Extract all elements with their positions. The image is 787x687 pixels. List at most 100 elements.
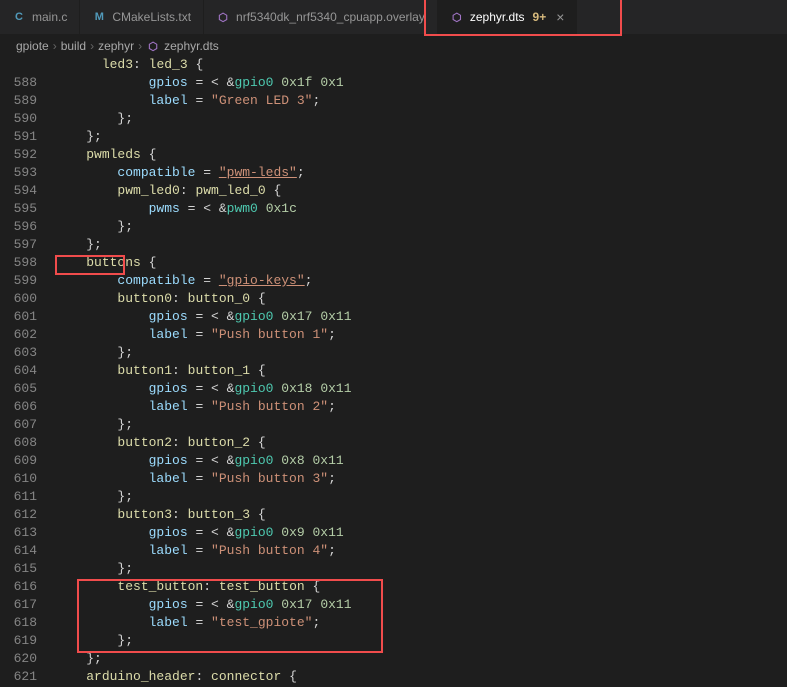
code-content[interactable]: test_button: test_button { (55, 579, 320, 597)
code-line[interactable]: 601 gpios = < &gpio0 0x17 0x11 (0, 309, 787, 327)
line-number: 604 (0, 363, 55, 381)
code-content[interactable]: label = "Green LED 3"; (55, 93, 320, 111)
code-content[interactable]: pwms = < &pwm0 0x1c (55, 201, 305, 219)
line-number: 599 (0, 273, 55, 291)
code-content[interactable]: compatible = "gpio-keys"; (55, 273, 312, 291)
code-line[interactable]: 616 test_button: test_button { (0, 579, 787, 597)
code-line[interactable]: led3: led_3 { (0, 57, 787, 75)
cmake-file-icon: M (92, 10, 106, 24)
tab-label: CMakeLists.txt (112, 10, 191, 24)
code-content[interactable]: button2: button_2 { (55, 435, 266, 453)
code-content[interactable]: label = "test_gpiote"; (55, 615, 320, 633)
code-line[interactable]: 597 }; (0, 237, 787, 255)
code-line[interactable]: 595 pwms = < &pwm0 0x1c (0, 201, 787, 219)
code-content[interactable]: gpios = < &gpio0 0x8 0x11 (55, 453, 352, 471)
code-line[interactable]: 605 gpios = < &gpio0 0x18 0x11 (0, 381, 787, 399)
code-line[interactable]: 598 buttons { (0, 255, 787, 273)
line-number: 621 (0, 669, 55, 687)
code-content[interactable]: label = "Push button 2"; (55, 399, 336, 417)
code-line[interactable]: 594 pwm_led0: pwm_led_0 { (0, 183, 787, 201)
code-line[interactable]: 590 }; (0, 111, 787, 129)
code-content[interactable]: led3: led_3 { (55, 57, 203, 75)
code-line[interactable]: 617 gpios = < &gpio0 0x17 0x11 (0, 597, 787, 615)
tab-main-c[interactable]: Cmain.c (0, 0, 80, 34)
tab-cmakelists[interactable]: M CMakeLists.txt (80, 0, 204, 34)
code-line[interactable]: 604 button1: button_1 { (0, 363, 787, 381)
line-number: 607 (0, 417, 55, 435)
code-line[interactable]: 612 button3: button_3 { (0, 507, 787, 525)
code-content[interactable]: }; (55, 129, 102, 147)
code-line[interactable]: 592 pwmleds { (0, 147, 787, 165)
breadcrumb-segment[interactable]: gpiote (16, 39, 49, 53)
code-line[interactable]: 606 label = "Push button 2"; (0, 399, 787, 417)
code-content[interactable]: pwm_led0: pwm_led_0 { (55, 183, 281, 201)
code-content[interactable]: gpios = < &gpio0 0x17 0x11 (55, 597, 359, 615)
line-number (0, 57, 55, 75)
code-line[interactable]: 588 gpios = < &gpio0 0x1f 0x1 (0, 75, 787, 93)
code-line[interactable]: 589 label = "Green LED 3"; (0, 93, 787, 111)
code-line[interactable]: 591 }; (0, 129, 787, 147)
code-line[interactable]: 602 label = "Push button 1"; (0, 327, 787, 345)
code-content[interactable]: label = "Push button 4"; (55, 543, 336, 561)
code-line[interactable]: 593 compatible = "pwm-leds"; (0, 165, 787, 183)
code-content[interactable]: }; (55, 417, 133, 435)
breadcrumb[interactable]: gpiote› build› zephyr› ⬡ zephyr.dts (0, 35, 787, 57)
code-line[interactable]: 600 button0: button_0 { (0, 291, 787, 309)
code-content[interactable]: gpios = < &gpio0 0x17 0x11 (55, 309, 359, 327)
tab-label: zephyr.dts (470, 10, 525, 24)
code-content[interactable]: gpios = < &gpio0 0x9 0x11 (55, 525, 352, 543)
line-number: 593 (0, 165, 55, 183)
code-content[interactable]: }; (55, 345, 133, 363)
breadcrumb-segment[interactable]: zephyr (98, 39, 134, 53)
code-line[interactable]: 619 }; (0, 633, 787, 651)
close-icon[interactable]: × (556, 9, 564, 25)
line-number: 620 (0, 651, 55, 669)
code-line[interactable]: 621 arduino_header: connector { (0, 669, 787, 687)
line-number: 610 (0, 471, 55, 489)
code-content[interactable]: }; (55, 111, 133, 129)
code-content[interactable]: gpios = < &gpio0 0x1f 0x1 (55, 75, 352, 93)
code-content[interactable]: button0: button_0 { (55, 291, 266, 309)
code-line[interactable]: 610 label = "Push button 3"; (0, 471, 787, 489)
code-content[interactable]: button3: button_3 { (55, 507, 266, 525)
diff-count-badge: 9+ (533, 10, 547, 24)
code-line[interactable]: 620 }; (0, 651, 787, 669)
code-line[interactable]: 618 label = "test_gpiote"; (0, 615, 787, 633)
code-content[interactable]: gpios = < &gpio0 0x18 0x11 (55, 381, 359, 399)
code-content[interactable]: }; (55, 651, 102, 669)
code-line[interactable]: 614 label = "Push button 4"; (0, 543, 787, 561)
code-content[interactable]: label = "Push button 3"; (55, 471, 336, 489)
code-line[interactable]: 607 }; (0, 417, 787, 435)
breadcrumb-segment[interactable]: zephyr.dts (164, 39, 219, 53)
code-content[interactable]: buttons { (55, 255, 156, 273)
code-content[interactable]: pwmleds { (55, 147, 156, 165)
code-content[interactable]: }; (55, 633, 133, 651)
line-number: 606 (0, 399, 55, 417)
line-number: 605 (0, 381, 55, 399)
code-editor[interactable]: led3: led_3 {588 gpios = < &gpio0 0x1f 0… (0, 57, 787, 687)
code-line[interactable]: 613 gpios = < &gpio0 0x9 0x11 (0, 525, 787, 543)
code-content[interactable]: }; (55, 219, 133, 237)
code-content[interactable]: arduino_header: connector { (55, 669, 297, 687)
tab-bar: Cmain.c M CMakeLists.txt ⬡nrf5340dk_nrf53… (0, 0, 787, 35)
code-content[interactable]: compatible = "pwm-leds"; (55, 165, 305, 183)
code-content[interactable]: button1: button_1 { (55, 363, 266, 381)
dts-file-icon: ⬡ (450, 10, 464, 24)
code-line[interactable]: 596 }; (0, 219, 787, 237)
code-content[interactable]: label = "Push button 1"; (55, 327, 336, 345)
code-line[interactable]: 608 button2: button_2 { (0, 435, 787, 453)
code-content[interactable]: }; (55, 237, 102, 255)
code-line[interactable]: 609 gpios = < &gpio0 0x8 0x11 (0, 453, 787, 471)
code-content[interactable]: }; (55, 561, 133, 579)
breadcrumb-segment[interactable]: build (61, 39, 86, 53)
line-number: 600 (0, 291, 55, 309)
code-line[interactable]: 615 }; (0, 561, 787, 579)
tab-overlay[interactable]: ⬡nrf5340dk_nrf5340_cpuapp.overlay (204, 0, 438, 34)
code-line[interactable]: 603 }; (0, 345, 787, 363)
line-number: 603 (0, 345, 55, 363)
tab-zephyr-dts[interactable]: ⬡ zephyr.dts 9+ × (438, 0, 578, 34)
line-number: 615 (0, 561, 55, 579)
code-line[interactable]: 599 compatible = "gpio-keys"; (0, 273, 787, 291)
code-content[interactable]: }; (55, 489, 133, 507)
code-line[interactable]: 611 }; (0, 489, 787, 507)
